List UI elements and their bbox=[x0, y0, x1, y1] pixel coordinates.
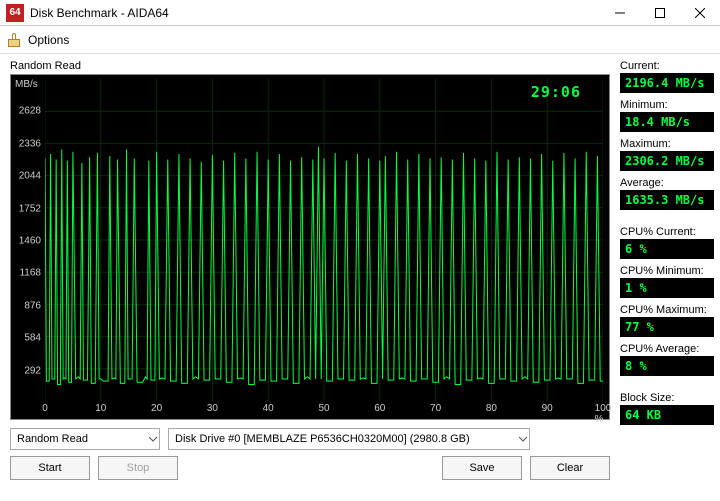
x-tick: 60 bbox=[374, 403, 385, 414]
test-select-value: Random Read bbox=[17, 433, 143, 445]
stat-maximum: Maximum: 2306.2 MB/s bbox=[620, 138, 714, 171]
y-tick: 2628 bbox=[11, 106, 41, 117]
elapsed-timer: 29:06 bbox=[531, 83, 581, 101]
stat-label: CPU% Current: bbox=[620, 226, 714, 238]
x-tick: 20 bbox=[151, 403, 162, 414]
drive-select-value: Disk Drive #0 [MEMBLAZE P6536CH0320M00] … bbox=[175, 433, 513, 445]
stat-value: 6 % bbox=[620, 239, 714, 259]
stat-label: CPU% Minimum: bbox=[620, 265, 714, 277]
stat-value: 1635.3 MB/s bbox=[620, 190, 714, 210]
options-menu[interactable]: Options bbox=[6, 31, 69, 49]
y-axis: MB/s 292 584 876 1168 1460 1752 2044 2336 2628 bbox=[11, 75, 45, 401]
y-tick: 1752 bbox=[11, 203, 41, 214]
y-tick: 292 bbox=[11, 365, 41, 376]
gap bbox=[620, 216, 714, 220]
x-tick: 80 bbox=[486, 403, 497, 414]
y-tick: 1460 bbox=[11, 236, 41, 247]
window-title: Disk Benchmark - AIDA64 bbox=[30, 6, 600, 20]
y-tick: 876 bbox=[11, 300, 41, 311]
x-tick: 100 % bbox=[595, 403, 612, 425]
x-tick: 10 bbox=[95, 403, 106, 414]
x-tick: 0 bbox=[42, 403, 48, 414]
close-icon bbox=[695, 8, 705, 18]
stat-label: Average: bbox=[620, 177, 714, 189]
start-button[interactable]: Start bbox=[10, 456, 90, 480]
left-panel: Random Read MB/s 292 584 876 1168 1460 1752 20… bbox=[0, 54, 618, 501]
stat-value: 64 KB bbox=[620, 405, 714, 425]
y-axis-unit: MB/s bbox=[15, 79, 38, 90]
stat-cpu-minimum: CPU% Minimum: 1 % bbox=[620, 265, 714, 298]
options-label: Options bbox=[28, 33, 69, 47]
options-icon bbox=[6, 31, 24, 49]
menubar: Options bbox=[0, 26, 720, 54]
y-tick: 584 bbox=[11, 333, 41, 344]
drive-select[interactable]: Disk Drive #0 [MEMBLAZE P6536CH0320M00] … bbox=[168, 428, 530, 450]
stat-label: CPU% Maximum: bbox=[620, 304, 714, 316]
x-tick: 70 bbox=[430, 403, 441, 414]
stat-minimum: Minimum: 18.4 MB/s bbox=[620, 99, 714, 132]
controls-row: Random Read Disk Drive #0 [MEMBLAZE P653… bbox=[10, 428, 610, 450]
stat-label: Current: bbox=[620, 60, 714, 72]
stats-panel: Current: 2196.4 MB/s Minimum: 18.4 MB/s … bbox=[618, 54, 720, 501]
stat-average: Average: 1635.3 MB/s bbox=[620, 177, 714, 210]
stat-label: Maximum: bbox=[620, 138, 714, 150]
stat-value: 18.4 MB/s bbox=[620, 112, 714, 132]
stat-cpu-average: CPU% Average: 8 % bbox=[620, 343, 714, 376]
test-select[interactable]: Random Read bbox=[10, 428, 160, 450]
x-tick: 90 bbox=[542, 403, 553, 414]
stat-cpu-current: CPU% Current: 6 % bbox=[620, 226, 714, 259]
x-tick: 40 bbox=[263, 403, 274, 414]
stat-cpu-maximum: CPU% Maximum: 77 % bbox=[620, 304, 714, 337]
clear-button[interactable]: Clear bbox=[530, 456, 610, 480]
stat-value: 77 % bbox=[620, 317, 714, 337]
y-tick: 1168 bbox=[11, 268, 41, 279]
title-bar: 64 Disk Benchmark - AIDA64 bbox=[0, 0, 720, 26]
plot-area bbox=[45, 79, 603, 401]
chevron-down-icon bbox=[149, 435, 157, 443]
stat-value: 8 % bbox=[620, 356, 714, 376]
maximize-icon bbox=[655, 8, 665, 18]
stat-block-size: Block Size: 64 KB bbox=[620, 392, 714, 425]
stat-label: Block Size: bbox=[620, 392, 714, 404]
chevron-down-icon bbox=[519, 435, 527, 443]
stat-current: Current: 2196.4 MB/s bbox=[620, 60, 714, 93]
app-icon: 64 bbox=[6, 4, 24, 22]
close-button[interactable] bbox=[680, 0, 720, 26]
grid bbox=[45, 79, 603, 401]
chart: MB/s 292 584 876 1168 1460 1752 2044 2336 2628 0… bbox=[10, 74, 610, 420]
maximize-button[interactable] bbox=[640, 0, 680, 26]
plot-svg bbox=[45, 79, 603, 401]
stat-value: 2196.4 MB/s bbox=[620, 73, 714, 93]
stat-label: Minimum: bbox=[620, 99, 714, 111]
x-tick: 30 bbox=[207, 403, 218, 414]
stat-label: CPU% Average: bbox=[620, 343, 714, 355]
y-tick: 2336 bbox=[11, 138, 41, 149]
minimize-button[interactable] bbox=[600, 0, 640, 26]
chart-title: Random Read bbox=[10, 60, 610, 72]
stat-value: 2306.2 MB/s bbox=[620, 151, 714, 171]
x-tick: 50 bbox=[318, 403, 329, 414]
x-axis: 0102030405060708090100 % bbox=[45, 403, 603, 417]
y-tick: 2044 bbox=[11, 171, 41, 182]
stop-button: Stop bbox=[98, 456, 178, 480]
main-area: Random Read MB/s 292 584 876 1168 1460 1752 20… bbox=[0, 54, 720, 501]
save-button[interactable]: Save bbox=[442, 456, 522, 480]
gap bbox=[620, 382, 714, 386]
button-row: Start Stop Save Clear bbox=[10, 456, 610, 480]
minimize-icon bbox=[615, 8, 625, 18]
stat-value: 1 % bbox=[620, 278, 714, 298]
